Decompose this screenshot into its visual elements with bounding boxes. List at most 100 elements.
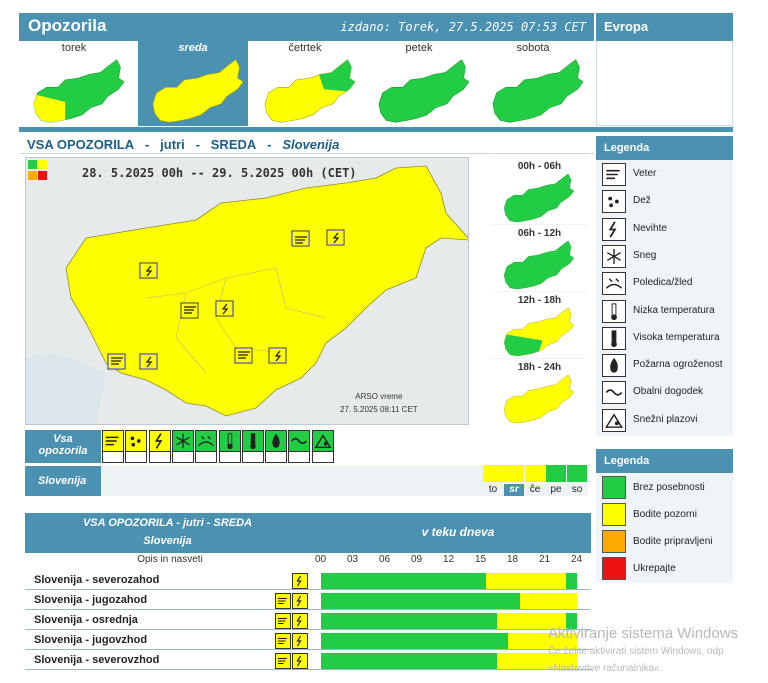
all-warnings-ice-icon[interactable] — [195, 430, 218, 452]
row-thunderstorm-icon[interactable] — [292, 593, 308, 609]
day-label: sobota — [516, 42, 550, 54]
table-row[interactable]: Slovenija - jugovzhod — [25, 632, 591, 650]
slovenia-day-level[interactable] — [546, 465, 566, 482]
level-label: Bodite pripravljeni — [633, 536, 713, 547]
region-name[interactable]: Slovenija - severovzhod — [34, 654, 159, 666]
all-warnings-cell — [171, 452, 194, 463]
all-warnings-coastal-icon[interactable] — [288, 430, 311, 452]
slovenia-day-label[interactable]: to — [483, 484, 503, 496]
row-wind-icon[interactable] — [275, 593, 291, 609]
table-row[interactable]: Slovenija - osrednja — [25, 612, 591, 630]
all-warnings-cell — [288, 452, 311, 463]
all-warnings-cell — [125, 452, 148, 463]
table-row[interactable]: Slovenija - jugozahod — [25, 592, 591, 610]
level-item: Brez posebnosti — [602, 476, 732, 500]
hour-label: 03 — [347, 554, 359, 565]
slot-06-12[interactable]: 06h - 12h — [491, 225, 588, 291]
low-temperature-icon — [602, 299, 626, 323]
slot-12-18[interactable]: 12h - 18h — [491, 292, 588, 358]
row-thunderstorm-icon[interactable] — [292, 573, 308, 589]
description-column-header[interactable]: Opis in nasveti — [25, 554, 315, 565]
all-warnings-thunderstorm-icon[interactable] — [148, 430, 171, 452]
legend-item: Poledica/žled — [602, 272, 732, 296]
table-row[interactable]: Slovenija - severovzhod — [25, 652, 591, 670]
all-warnings-low-temperature-icon[interactable] — [218, 430, 241, 452]
all-warnings-wind-icon[interactable] — [102, 430, 124, 452]
snow-icon — [602, 244, 626, 268]
all-warnings-high-temperature-icon[interactable] — [241, 430, 264, 452]
slovenia-day-label[interactable]: so — [567, 484, 587, 496]
slovenia-label: Slovenija — [25, 466, 101, 496]
slovenia-map — [26, 158, 468, 424]
day-tab-petek[interactable]: petek — [364, 41, 474, 126]
timeline-green-segment — [566, 573, 577, 589]
timeline-green-segment — [321, 633, 508, 649]
hour-label: 18 — [507, 554, 519, 565]
slovenia-day-level[interactable] — [525, 465, 545, 482]
hour-label: 21 — [539, 554, 551, 565]
all-warnings-avalanche-icon[interactable] — [311, 430, 334, 452]
level-label: Brez posebnosti — [633, 482, 705, 493]
section-title: VSA OPOZORILA - jutri - SREDA - Slovenij… — [19, 134, 594, 154]
day-tab-cetrtek[interactable]: četrtek — [250, 41, 360, 126]
level-item: Ukrepajte — [602, 557, 732, 581]
windows-activation-hint: »Nastavitve računalnika«. — [548, 663, 663, 674]
legend-item: Obalni dogodek — [602, 381, 732, 405]
header-bar: Opozorila izdano: Torek, 27.5.2025 07:53… — [19, 13, 594, 41]
level-swatch — [602, 476, 626, 499]
legend-item-label: Sneg — [633, 249, 657, 261]
slot-18-24[interactable]: 18h - 24h — [491, 359, 588, 425]
level-label: Ukrepajte — [633, 563, 676, 574]
slovenia-thumb-map — [33, 59, 125, 123]
slovenia-day-level[interactable] — [567, 465, 587, 482]
slovenia-thumb-map — [503, 307, 575, 357]
timeline-yellow-segment — [520, 593, 577, 609]
table-subtitle: Slovenija — [143, 535, 192, 547]
slovenia-day-label[interactable]: sr — [504, 484, 524, 496]
legend-item-label: Poledica/žled — [633, 277, 693, 289]
day-tab-sreda[interactable]: sreda — [138, 41, 248, 126]
ice-icon — [602, 272, 626, 296]
row-thunderstorm-icon[interactable] — [292, 653, 308, 669]
legend-item: Sneg — [602, 244, 732, 269]
region-name[interactable]: Slovenija - jugozahod — [34, 594, 147, 606]
region-name[interactable]: Slovenija - osrednja — [34, 614, 138, 626]
slovenia-day-level[interactable] — [483, 465, 503, 482]
warning-map[interactable] — [25, 157, 469, 425]
slot-00-06[interactable]: 00h - 06h — [491, 158, 588, 224]
all-warnings-cell — [148, 452, 171, 463]
slovenia-day-level[interactable] — [504, 465, 524, 482]
hour-label: 12 — [443, 554, 455, 565]
level-item: Bodite pripravljeni — [602, 530, 732, 554]
all-warnings-cell — [195, 452, 218, 463]
all-warnings-fire-icon[interactable] — [265, 430, 288, 452]
day-tab-sobota[interactable]: sobota — [478, 41, 588, 126]
region-name[interactable]: Slovenija - severozahod — [34, 574, 159, 586]
europe-link[interactable]: Evropa — [596, 13, 733, 41]
region-name[interactable]: Slovenija - jugovzhod — [34, 634, 147, 646]
hour-label: 06 — [379, 554, 391, 565]
day-label: torek — [61, 42, 87, 54]
row-thunderstorm-icon[interactable] — [292, 633, 308, 649]
row-wind-icon[interactable] — [275, 633, 291, 649]
slovenia-day-label[interactable]: če — [525, 484, 545, 496]
day-label: petek — [405, 42, 433, 54]
fire-icon — [602, 354, 626, 378]
table-row[interactable]: Slovenija - severozahod — [25, 572, 591, 590]
legend-item-label: Veter — [633, 168, 657, 179]
day-label: sreda — [178, 42, 208, 54]
row-thunderstorm-icon[interactable] — [292, 613, 308, 629]
legend-item-label: Dež — [633, 195, 651, 207]
legend-item-label: Nizka temperatura — [633, 304, 715, 316]
day-tab-torek[interactable]: torek — [19, 41, 129, 126]
level-swatch — [602, 530, 626, 553]
all-warnings-rain-icon[interactable] — [125, 430, 148, 452]
hour-label: 09 — [411, 554, 423, 565]
hour-label: 24 — [571, 554, 583, 565]
row-wind-icon[interactable] — [275, 613, 291, 629]
slovenia-day-label[interactable]: pe — [546, 484, 566, 496]
all-warnings-snow-icon[interactable] — [171, 430, 194, 452]
row-wind-icon[interactable] — [275, 653, 291, 669]
timeline-yellow-segment — [486, 573, 567, 589]
legend-item-label: Nevihte — [633, 222, 667, 234]
